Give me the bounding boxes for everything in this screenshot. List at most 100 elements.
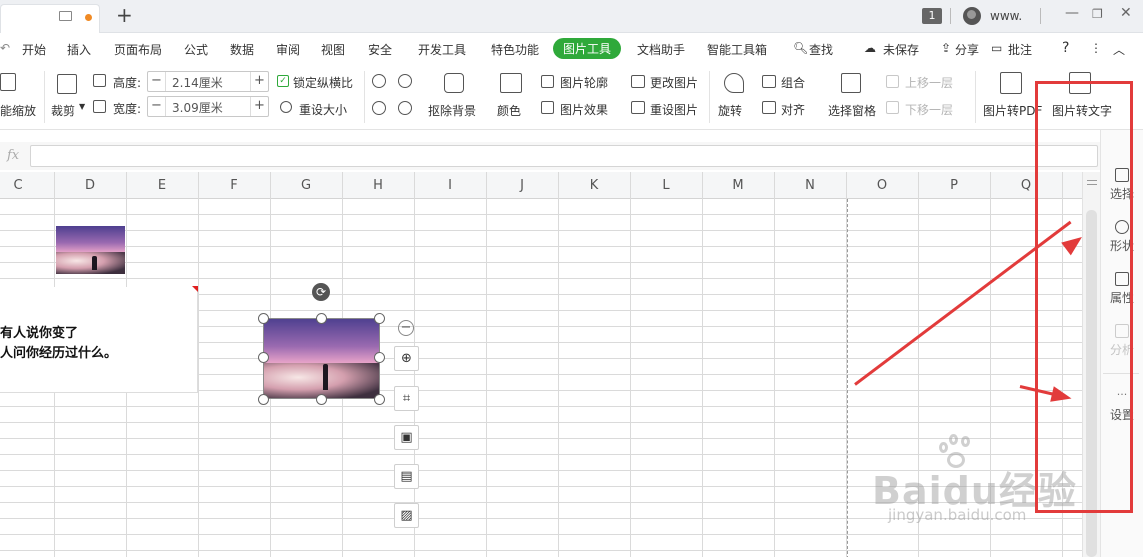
resize-handle[interactable] — [258, 313, 269, 324]
undo-icon[interactable]: ↶ — [0, 41, 10, 55]
help-button[interactable]: ? — [1062, 40, 1069, 56]
tab-page-layout[interactable]: 页面布局 — [114, 41, 162, 58]
contrast-down-icon[interactable] — [398, 101, 412, 115]
bring-forward-button[interactable]: 上移一层 — [905, 74, 953, 91]
tab-developer[interactable]: 开发工具 — [418, 41, 466, 58]
tab-special-features[interactable]: 特色功能 — [491, 41, 539, 58]
tab-data[interactable]: 数据 — [230, 41, 254, 58]
new-tab-button[interactable]: + — [116, 3, 133, 27]
window-count-badge[interactable]: 1 — [922, 8, 942, 24]
username[interactable]: www. — [990, 9, 1022, 23]
change-picture-icon[interactable] — [631, 75, 645, 88]
fx-icon[interactable]: fx — [7, 148, 19, 163]
column-header-g[interactable]: G — [291, 178, 321, 193]
reset-size-icon[interactable] — [280, 101, 292, 113]
tab-review[interactable]: 审阅 — [276, 41, 300, 58]
column-header-o[interactable]: O — [867, 178, 897, 193]
resize-handle[interactable] — [374, 352, 385, 363]
collapse-tools-icon[interactable]: − — [398, 320, 414, 336]
resize-handle[interactable] — [316, 313, 327, 324]
collapse-ribbon-icon[interactable]: ︿ — [1113, 41, 1125, 58]
send-backward-button[interactable]: 下移一层 — [905, 101, 953, 118]
formula-input[interactable] — [30, 145, 1098, 167]
column-header-l[interactable]: L — [651, 178, 681, 193]
picture-to-text-icon[interactable]: ▤ — [394, 464, 419, 489]
color-button[interactable]: 颜色 — [497, 102, 521, 119]
contrast-up-icon[interactable] — [372, 101, 386, 115]
tab-view[interactable]: 视图 — [321, 41, 345, 58]
avatar[interactable] — [963, 7, 981, 25]
picture-to-pdf-button[interactable]: 图片转PDF — [983, 102, 1042, 119]
document-tab[interactable] — [0, 4, 100, 33]
tab-home[interactable]: 开始 — [22, 41, 46, 58]
tab-formulas[interactable]: 公式 — [184, 41, 208, 58]
resize-handle[interactable] — [258, 352, 269, 363]
minimize-icon[interactable]: — — [1065, 5, 1079, 21]
column-header-m[interactable]: M — [723, 178, 753, 193]
crop-icon[interactable]: ⌗ — [394, 386, 419, 411]
crop-button[interactable]: 裁剪 — [51, 102, 75, 119]
smart-scale-icon[interactable] — [0, 73, 16, 91]
resize-handle[interactable] — [374, 313, 385, 324]
unsaved-status[interactable]: 未保存 — [883, 41, 919, 58]
tab-insert[interactable]: 插入 — [67, 41, 91, 58]
height-input[interactable]: − 2.14厘米 + — [147, 71, 269, 92]
tab-picture-tools[interactable]: 图片工具 — [553, 38, 622, 59]
rotate-button[interactable]: 旋转 — [718, 102, 742, 119]
decrease-height-button[interactable]: − — [148, 72, 166, 91]
column-header-f[interactable]: F — [219, 178, 249, 193]
brightness-up-icon[interactable] — [372, 74, 386, 88]
rotate-icon[interactable] — [724, 73, 744, 93]
reset-picture-button[interactable]: 重设图片 — [650, 101, 698, 118]
decrease-width-button[interactable]: − — [148, 97, 166, 116]
restore-icon[interactable]: ❐ — [1092, 7, 1103, 21]
brightness-down-icon[interactable] — [398, 74, 412, 88]
smart-scale-button[interactable]: 能缩放 — [0, 102, 36, 119]
tab-doc-assistant[interactable]: 文档助手 — [637, 41, 685, 58]
crop-icon[interactable] — [57, 74, 77, 94]
group-icon[interactable] — [762, 75, 776, 88]
close-icon[interactable]: ✕ — [1120, 5, 1132, 21]
resize-handle[interactable] — [258, 394, 269, 405]
chevron-down-icon[interactable]: ▼ — [79, 102, 85, 111]
column-header-d[interactable]: D — [75, 178, 105, 193]
reset-size-button[interactable]: 重设大小 — [299, 101, 347, 118]
selection-pane-icon[interactable] — [841, 73, 861, 93]
picture-effect-button[interactable]: 图片效果 — [560, 101, 608, 118]
thumbnail-image[interactable] — [56, 226, 125, 274]
resize-handle[interactable] — [374, 394, 385, 405]
text-box[interactable]: 有人说你变了 人问你经历过什么。 — [0, 287, 198, 393]
search-icon[interactable]: 🔍︎ — [793, 41, 808, 55]
column-header-p[interactable]: P — [939, 178, 969, 193]
increase-width-button[interactable]: + — [250, 97, 268, 116]
selection-pane-button[interactable]: 选择窗格 — [828, 102, 876, 119]
lock-ratio-checkbox[interactable]: ✓ — [277, 75, 289, 87]
width-value[interactable]: 3.09厘米 — [172, 99, 223, 116]
column-header-e[interactable]: E — [147, 178, 177, 193]
align-icon[interactable] — [762, 101, 776, 114]
more-menu-icon[interactable]: ⋮ — [1090, 41, 1102, 55]
picture-outline-button[interactable]: 图片轮廓 — [560, 74, 608, 91]
increase-height-button[interactable]: + — [250, 72, 268, 91]
share-button[interactable]: 分享 — [955, 41, 979, 58]
column-header-h[interactable]: H — [363, 178, 393, 193]
picture-outline-icon[interactable] — [541, 75, 554, 88]
change-picture-button[interactable]: 更改图片 — [650, 74, 698, 91]
comment-button[interactable]: 批注 — [1008, 41, 1032, 58]
image-edit-icon[interactable]: ▨ — [394, 503, 419, 528]
zoom-in-icon[interactable]: ⊕ — [394, 346, 419, 371]
picture-to-pdf-icon[interactable] — [1000, 72, 1022, 94]
remove-background-icon[interactable] — [444, 73, 464, 93]
column-header-i[interactable]: I — [435, 178, 465, 193]
column-header-k[interactable]: K — [579, 178, 609, 193]
picture-effect-icon[interactable] — [541, 101, 554, 114]
reset-picture-icon[interactable] — [631, 101, 645, 114]
tab-security[interactable]: 安全 — [368, 41, 392, 58]
lock-ratio-label[interactable]: 锁定纵横比 — [293, 74, 353, 91]
tab-smart-toolbox[interactable]: 智能工具箱 — [707, 41, 767, 58]
column-header-c[interactable]: C — [3, 178, 33, 193]
remove-background-button[interactable]: 抠除背景 — [428, 102, 476, 119]
pic-format-icon[interactable]: ▣ — [394, 425, 419, 450]
height-value[interactable]: 2.14厘米 — [172, 74, 223, 91]
group-button[interactable]: 组合 — [781, 74, 805, 91]
